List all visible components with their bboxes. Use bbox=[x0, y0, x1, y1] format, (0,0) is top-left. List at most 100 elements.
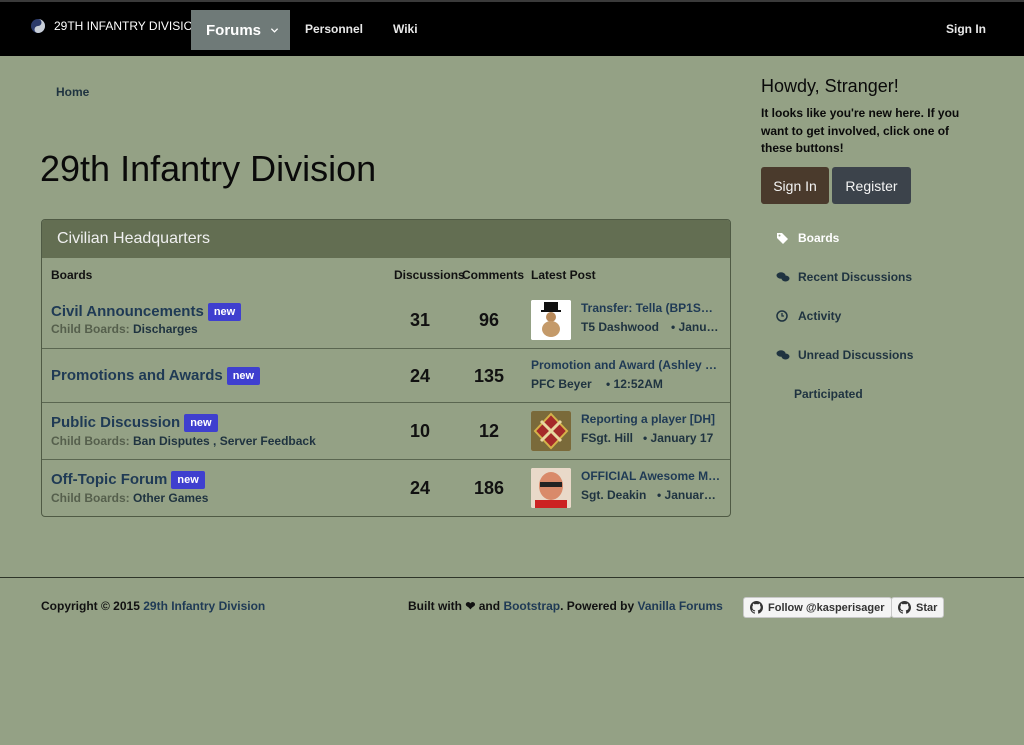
comments-icon bbox=[776, 350, 790, 360]
register-button[interactable]: Register bbox=[832, 167, 911, 204]
latest-post-title[interactable]: Transfer: Tella (BP1S… bbox=[581, 301, 721, 315]
board-link-promotions-and-awards[interactable]: Promotions and Awards new bbox=[51, 367, 261, 385]
bootstrap-link[interactable]: Bootstrap bbox=[503, 599, 560, 613]
sidebar-item-label: Activity bbox=[798, 309, 842, 323]
latest-post-author[interactable]: Sgt. Deakin bbox=[581, 488, 646, 502]
sidebar-item-unread-discussions[interactable]: Unread Discussions bbox=[776, 348, 913, 362]
child-board-link[interactable]: Ban Disputes , Server Feedback bbox=[133, 434, 316, 448]
board-title: Off-Topic Forum bbox=[51, 471, 168, 488]
col-comments: Comments bbox=[462, 268, 525, 282]
board-title: Civil Announcements bbox=[51, 303, 204, 320]
nav-forums-dropdown[interactable]: Forums bbox=[191, 10, 290, 50]
heart-icon: ❤ bbox=[465, 599, 476, 613]
github-icon bbox=[898, 601, 911, 614]
avatar-image bbox=[531, 411, 571, 451]
discussion-count: 10 bbox=[409, 421, 431, 441]
sidebar-item-label: Participated bbox=[794, 387, 863, 401]
row-divider bbox=[42, 459, 730, 460]
copyright-text: Copyright © 2015 bbox=[41, 599, 140, 613]
comment-count: 186 bbox=[473, 478, 505, 498]
board-title: Promotions and Awards bbox=[51, 367, 223, 384]
comment-count: 96 bbox=[478, 310, 500, 330]
powered-by-text: . Powered by bbox=[560, 599, 635, 613]
footer-credits: Built with ❤ and Bootstrap. Powered by V… bbox=[408, 599, 723, 613]
board-link-off-topic-forum[interactable]: Off-Topic Forum new bbox=[51, 471, 205, 489]
new-badge: new bbox=[171, 471, 205, 489]
footer-site-link[interactable]: 29th Infantry Division bbox=[143, 599, 265, 613]
latest-post-time: • Januar… bbox=[657, 488, 716, 502]
category-panel: Civilian Headquarters Boards Discussions… bbox=[41, 219, 731, 517]
latest-post-title[interactable]: Promotion and Award (Ashley … bbox=[531, 358, 721, 372]
child-board-link[interactable]: Discharges bbox=[133, 322, 198, 336]
board-title: Public Discussion bbox=[51, 414, 181, 431]
nav-wiki-link[interactable]: Wiki bbox=[393, 22, 418, 36]
latest-post-time: • Janu… bbox=[671, 320, 719, 334]
child-boards: Child Boards: Other Games bbox=[51, 491, 208, 505]
nav-personnel-link[interactable]: Personnel bbox=[305, 22, 363, 36]
star-label: Star bbox=[916, 601, 938, 614]
new-badge: new bbox=[184, 414, 218, 432]
sidebar-item-label: Unread Discussions bbox=[798, 348, 914, 362]
breadcrumb-home[interactable]: Home bbox=[56, 85, 89, 99]
sidebar-item-boards[interactable]: Boards bbox=[776, 231, 839, 245]
board-link-public-discussion[interactable]: Public Discussion new bbox=[51, 414, 218, 432]
col-latest-post: Latest Post bbox=[531, 268, 596, 282]
latest-post-author[interactable]: PFC Beyer bbox=[531, 377, 592, 391]
child-board-link[interactable]: Other Games bbox=[133, 491, 208, 505]
github-follow-button[interactable]: Follow @kasperisager bbox=[743, 597, 892, 618]
comments-icon bbox=[776, 272, 790, 282]
latest-post-time: • 12:52AM bbox=[606, 377, 663, 391]
panel-heading: Civilian Headquarters bbox=[42, 220, 730, 258]
latest-post-author[interactable]: FSgt. Hill bbox=[581, 431, 633, 445]
division-logo-icon bbox=[31, 19, 45, 33]
avatar[interactable] bbox=[531, 411, 571, 451]
sidebar-item-participated[interactable]: Participated bbox=[794, 387, 863, 401]
brand-link[interactable]: 29TH INFANTRY DIVISION bbox=[30, 18, 202, 34]
comment-count: 12 bbox=[478, 421, 500, 441]
tags-icon bbox=[777, 233, 788, 244]
footer-divider bbox=[0, 577, 1024, 578]
sidebar-item-activity[interactable]: Activity bbox=[776, 309, 841, 323]
latest-post-time: • January 17 bbox=[643, 431, 714, 445]
howdy-text: It looks like you're new here. If you wa… bbox=[761, 106, 960, 155]
row-divider bbox=[42, 348, 730, 349]
howdy-heading: Howdy, Stranger! bbox=[761, 76, 899, 96]
row-divider bbox=[42, 402, 730, 403]
vanilla-link[interactable]: Vanilla Forums bbox=[637, 599, 722, 613]
new-badge: new bbox=[207, 303, 242, 321]
nav-signin-link[interactable]: Sign In bbox=[946, 22, 986, 36]
col-boards: Boards bbox=[51, 268, 93, 282]
page-title: 29th Infantry Division bbox=[40, 148, 377, 189]
board-link-civil-announcements[interactable]: Civil Announcements new bbox=[51, 303, 242, 321]
footer-copyright: Copyright © 2015 29th Infantry Division bbox=[41, 599, 265, 613]
nav-forums-label: Forums bbox=[206, 21, 262, 39]
child-boards-label: Child Boards: bbox=[51, 491, 130, 505]
brand-text: 29TH INFANTRY DIVISION bbox=[54, 19, 202, 33]
sidebar-item-label: Boards bbox=[798, 231, 840, 245]
github-star-button[interactable]: Star bbox=[891, 597, 945, 618]
navbar: 29TH INFANTRY DIVISION Forums Personnel … bbox=[0, 0, 1024, 56]
discussion-count: 31 bbox=[409, 310, 431, 330]
avatar-image bbox=[531, 468, 571, 508]
sidebar-item-label: Recent Discussions bbox=[798, 270, 913, 284]
discussion-count: 24 bbox=[409, 366, 431, 386]
chevron-down-icon bbox=[270, 27, 279, 33]
signin-button[interactable]: Sign In bbox=[761, 167, 829, 204]
latest-post-title[interactable]: Reporting a player [DH] bbox=[581, 412, 721, 426]
and-text: and bbox=[478, 599, 501, 613]
sidebar-item-recent-discussions[interactable]: Recent Discussions bbox=[776, 270, 912, 284]
comment-count: 135 bbox=[473, 366, 505, 386]
avatar[interactable] bbox=[531, 468, 571, 508]
child-boards-label: Child Boards: bbox=[51, 434, 130, 448]
avatar-image bbox=[531, 300, 571, 340]
child-boards-label: Child Boards: bbox=[51, 322, 130, 336]
clock-icon bbox=[776, 310, 788, 322]
child-boards: Child Boards: Discharges bbox=[51, 322, 198, 336]
latest-post-author[interactable]: T5 Dashwood bbox=[581, 320, 659, 334]
latest-post-title[interactable]: OFFICIAL Awesome M… bbox=[581, 469, 721, 483]
avatar[interactable] bbox=[531, 300, 571, 340]
follow-label: Follow @kasperisager bbox=[768, 601, 885, 614]
built-with-text: Built with bbox=[408, 599, 462, 613]
col-discussions: Discussions bbox=[394, 268, 465, 282]
new-badge: new bbox=[226, 367, 261, 385]
